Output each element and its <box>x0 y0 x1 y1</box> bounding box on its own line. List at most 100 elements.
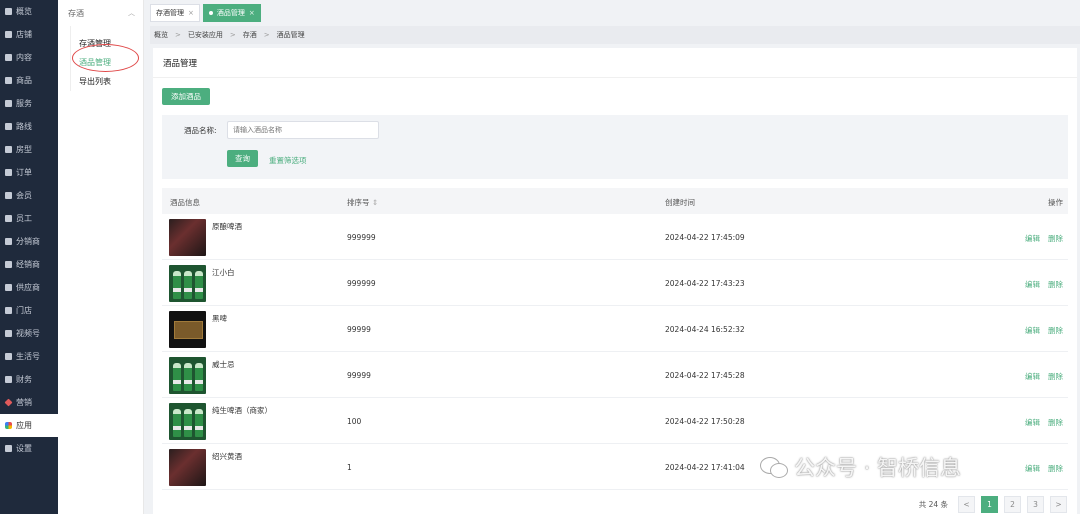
home-icon <box>4 30 13 39</box>
header-ops: 操作 <box>1048 198 1063 207</box>
wine-created-time: 2024-04-22 17:50:28 <box>665 417 745 426</box>
nav-label: 营销 <box>16 398 32 407</box>
nav-item-order[interactable]: 订单 <box>0 161 58 184</box>
wine-sort: 99999 <box>347 325 371 334</box>
order-icon <box>4 168 13 177</box>
nav-item-route[interactable]: 路线 <box>0 115 58 138</box>
tab-label: 存酒管理 <box>156 9 184 17</box>
row-actions: 编辑 删除 <box>1025 463 1063 474</box>
delete-link[interactable]: 删除 <box>1048 463 1063 474</box>
edit-link[interactable]: 编辑 <box>1025 417 1040 428</box>
finance-icon <box>4 375 13 384</box>
video-icon <box>4 329 13 338</box>
row-actions: 编辑 删除 <box>1025 233 1063 244</box>
wine-thumbnail <box>169 311 206 348</box>
user-icon <box>4 191 13 200</box>
nav-item-room[interactable]: 房型 <box>0 138 58 161</box>
add-wine-button[interactable]: 添加酒品 <box>162 88 210 105</box>
staff-icon <box>4 214 13 223</box>
nav-label: 财务 <box>16 375 32 384</box>
nav-item-member[interactable]: 会员 <box>0 184 58 207</box>
nav-item-content[interactable]: 内容 <box>0 46 58 69</box>
page-1-button[interactable]: 1 <box>981 496 998 513</box>
apps-icon <box>4 421 13 430</box>
close-icon[interactable]: × <box>249 9 255 17</box>
nav-item-life[interactable]: 生活号 <box>0 345 58 368</box>
nav-item-apps[interactable]: 应用 <box>0 414 58 437</box>
main-panel: 酒品管理 添加酒品 酒品名称: 查询 重置筛选项 酒品信息 排序号 ⇕ 创建时间… <box>153 48 1077 514</box>
door-icon <box>4 145 13 154</box>
delete-link[interactable]: 删除 <box>1048 279 1063 290</box>
query-button[interactable]: 查询 <box>227 150 258 167</box>
nav-item-dealer[interactable]: 经销商 <box>0 253 58 276</box>
nav-item-staff[interactable]: 员工 <box>0 207 58 230</box>
breadcrumb-overview[interactable]: 概览 <box>154 30 168 40</box>
nav-label: 商品 <box>16 76 32 85</box>
table-row: 威士忌 99999 2024-04-22 17:45:28 编辑 删除 <box>162 352 1068 398</box>
delete-link[interactable]: 删除 <box>1048 371 1063 382</box>
nav-item-video[interactable]: 视频号 <box>0 322 58 345</box>
nav-label: 经销商 <box>16 260 40 269</box>
nav-item-distributor[interactable]: 分销商 <box>0 230 58 253</box>
nav-item-settings[interactable]: 设置 <box>0 437 58 460</box>
nav-item-finance[interactable]: 财务 <box>0 368 58 391</box>
delete-link[interactable]: 删除 <box>1048 417 1063 428</box>
nav-item-marketing[interactable]: 营销 <box>0 391 58 414</box>
edit-link[interactable]: 编辑 <box>1025 279 1040 290</box>
dealer-icon <box>4 260 13 269</box>
nav-item-service[interactable]: 服务 <box>0 92 58 115</box>
delete-link[interactable]: 删除 <box>1048 233 1063 244</box>
table-row: 原酿啤酒 999999 2024-04-22 17:45:09 编辑 删除 <box>162 214 1068 260</box>
nav-item-goods[interactable]: 商品 <box>0 69 58 92</box>
breadcrumb-storage[interactable]: 存酒 <box>243 30 257 40</box>
nav-item-supplier[interactable]: 供应商 <box>0 276 58 299</box>
close-icon[interactable]: × <box>188 9 194 17</box>
monitor-icon <box>4 7 13 16</box>
nav-label: 门店 <box>16 306 32 315</box>
tab-wine-management[interactable]: 酒品管理 × <box>202 4 261 22</box>
distributor-icon <box>4 237 13 246</box>
nav-label: 供应商 <box>16 283 40 292</box>
chevron-up-icon: ︿ <box>128 9 135 17</box>
page-2-button[interactable]: 2 <box>1004 496 1021 513</box>
nav-item-overview[interactable]: 概览 <box>0 0 58 23</box>
page-3-button[interactable]: 3 <box>1027 496 1044 513</box>
gear-icon <box>4 444 13 453</box>
row-actions: 编辑 删除 <box>1025 417 1063 428</box>
edit-link[interactable]: 编辑 <box>1025 371 1040 382</box>
breadcrumb: 概览 > 已安装应用 > 存酒 > 酒品管理 <box>150 26 1080 44</box>
nav-item-store[interactable]: 门店 <box>0 299 58 322</box>
wine-name-input[interactable] <box>227 121 379 139</box>
header-sort[interactable]: 排序号 ⇕ <box>347 197 378 208</box>
reset-filter-link[interactable]: 重置筛选项 <box>269 155 307 166</box>
wine-thumbnail <box>169 403 206 440</box>
tab-storage[interactable]: 存酒管理 × <box>150 4 200 22</box>
breadcrumb-separator: > <box>263 31 270 39</box>
wine-name: 威士忌 <box>212 360 235 369</box>
table-row: 黑啤 99999 2024-04-24 16:52:32 编辑 删除 <box>162 306 1068 352</box>
breadcrumb-current: 酒品管理 <box>276 31 305 39</box>
subnav-group-header[interactable]: 存酒 ︿ <box>58 0 143 26</box>
nav-label: 内容 <box>16 53 32 62</box>
nav-label: 店铺 <box>16 30 32 39</box>
filter-bar: 酒品名称: 查询 重置筛选项 <box>162 115 1068 179</box>
nav-label: 设置 <box>16 444 32 453</box>
edit-link[interactable]: 编辑 <box>1025 325 1040 336</box>
wine-sort: 99999 <box>347 371 371 380</box>
nav-item-shop[interactable]: 店铺 <box>0 23 58 46</box>
breadcrumb-installed-apps[interactable]: 已安装应用 <box>188 30 223 40</box>
header-sort-label: 排序号 <box>347 198 370 207</box>
sort-icon: ⇕ <box>371 198 379 207</box>
subnav-item-export-list[interactable]: 导出列表 <box>71 72 143 91</box>
wechat-icon <box>760 455 788 479</box>
delete-link[interactable]: 删除 <box>1048 325 1063 336</box>
layers-icon <box>4 53 13 62</box>
edit-link[interactable]: 编辑 <box>1025 233 1040 244</box>
edit-link[interactable]: 编辑 <box>1025 463 1040 474</box>
pagination: 共 24 条 < 1 2 3 > <box>919 496 1067 513</box>
next-page-button[interactable]: > <box>1050 496 1067 513</box>
wine-created-time: 2024-04-22 17:45:28 <box>665 371 745 380</box>
wine-name: 原酿啤酒 <box>212 222 242 231</box>
prev-page-button[interactable]: < <box>958 496 975 513</box>
nav-label: 概览 <box>16 7 32 16</box>
